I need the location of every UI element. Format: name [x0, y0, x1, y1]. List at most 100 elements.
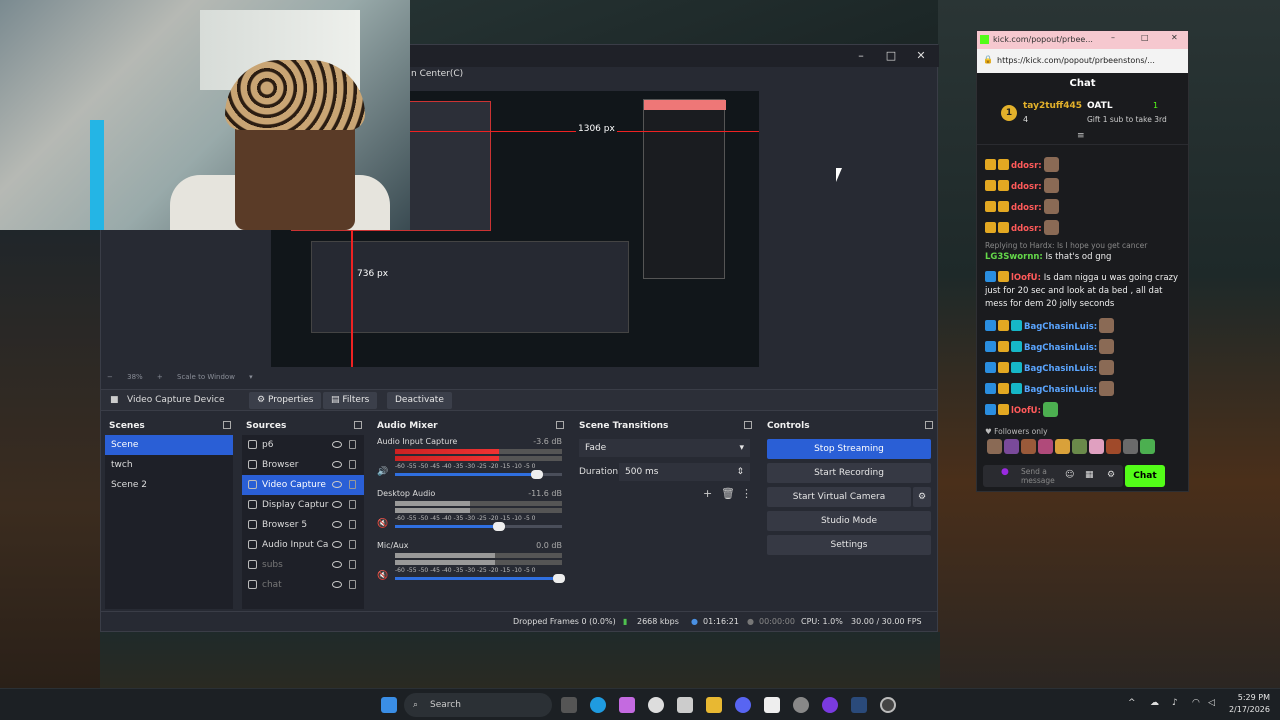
discord-icon[interactable]: [735, 697, 751, 713]
eye-icon[interactable]: [332, 501, 342, 508]
obs-icon[interactable]: [880, 697, 896, 713]
emote-icon[interactable]: [987, 439, 1002, 454]
task-view-icon[interactable]: [561, 697, 577, 713]
dock-popout-icon[interactable]: [354, 421, 362, 429]
minimize-button[interactable]: –: [1111, 33, 1115, 42]
lock-icon[interactable]: [349, 540, 356, 549]
trash-icon[interactable]: 🗑: [721, 487, 735, 500]
dock-popout-icon[interactable]: [556, 421, 564, 429]
chevron-down-icon[interactable]: ▾: [249, 373, 253, 381]
properties-button[interactable]: ⚙ Properties: [249, 392, 322, 409]
chevron-down-icon[interactable]: ≡: [1077, 131, 1085, 141]
source-item[interactable]: subs: [242, 555, 364, 575]
chat-username[interactable]: BagChasinLuis:: [1024, 364, 1097, 374]
zoom-plus-icon[interactable]: +: [157, 373, 163, 381]
source-item[interactable]: Browser: [242, 455, 364, 475]
eye-off-icon[interactable]: [332, 561, 342, 568]
chat-username[interactable]: BagChasinLuis:: [1024, 322, 1097, 332]
steam-icon[interactable]: [851, 697, 867, 713]
settings-button[interactable]: Settings: [767, 535, 931, 555]
emote-icon[interactable]: [1072, 439, 1087, 454]
chat-username[interactable]: lOofU:: [1011, 273, 1041, 283]
cloud-icon[interactable]: ☁: [1150, 698, 1159, 708]
wifi-icon[interactable]: ◠: [1192, 698, 1200, 708]
document-icon[interactable]: [764, 697, 780, 713]
chat-input[interactable]: ● Send a message ☺ ▦ ⚙: [983, 465, 1123, 487]
maximize-button[interactable]: □: [877, 48, 905, 64]
start-icon[interactable]: [381, 697, 397, 713]
scene-item[interactable]: Scene: [105, 435, 233, 455]
emote-icon[interactable]: [1004, 439, 1019, 454]
emote-icon[interactable]: [1123, 439, 1138, 454]
muted-speaker-icon[interactable]: 🔇: [377, 571, 388, 581]
chat-username[interactable]: LG3Swornn:: [985, 252, 1043, 262]
lock-icon[interactable]: [349, 500, 356, 509]
chat-username[interactable]: ddosr:: [1011, 203, 1042, 213]
chat-username[interactable]: ddosr:: [1011, 161, 1042, 171]
emote-icon[interactable]: [1140, 439, 1155, 454]
folder-icon[interactable]: [706, 697, 722, 713]
source-item[interactable]: Display Captur: [242, 495, 364, 515]
source-item[interactable]: Video Capture: [242, 475, 364, 495]
lock-icon[interactable]: [349, 520, 356, 529]
volume-slider[interactable]: [395, 574, 565, 583]
eye-off-icon[interactable]: [332, 581, 342, 588]
lock-icon[interactable]: [349, 480, 356, 489]
start-virtual-camera-button[interactable]: Start Virtual Camera: [767, 487, 911, 507]
volume-icon[interactable]: ◁: [1208, 698, 1215, 708]
start-recording-button[interactable]: Start Recording: [767, 463, 931, 483]
chat-username[interactable]: BagChasinLuis:: [1024, 385, 1097, 395]
chat-username[interactable]: lOofU:: [1011, 406, 1041, 416]
chat-username[interactable]: ddosr:: [1011, 224, 1042, 234]
volume-slider[interactable]: [395, 522, 562, 531]
volume-knob[interactable]: [492, 522, 505, 531]
lock-icon[interactable]: [349, 560, 356, 569]
zoom-mode[interactable]: Scale to Window: [177, 373, 235, 381]
store-icon[interactable]: [677, 697, 693, 713]
muted-speaker-icon[interactable]: 🔇: [377, 519, 388, 529]
emote-icon[interactable]: [1106, 439, 1121, 454]
menu-help-center[interactable]: n Center(C): [411, 69, 463, 79]
lock-icon[interactable]: [349, 580, 356, 589]
gear-icon[interactable]: ⚙: [913, 487, 931, 507]
emote-icon[interactable]: [1055, 439, 1070, 454]
emote-icon[interactable]: [1089, 439, 1104, 454]
kick-url-bar[interactable]: 🔒 https://kick.com/popout/prbeenstons/..…: [977, 49, 1188, 73]
stop-streaming-button[interactable]: Stop Streaming: [767, 439, 931, 459]
tips-icon[interactable]: [648, 697, 664, 713]
mic-icon[interactable]: ●: [1001, 467, 1009, 477]
dock-popout-icon[interactable]: [744, 421, 752, 429]
top-gifter-name[interactable]: tay2tuff445: [1023, 101, 1082, 111]
mic-icon[interactable]: ♪: [1172, 698, 1178, 708]
transition-select[interactable]: Fade ▾: [579, 439, 750, 457]
gift-prompt[interactable]: Gift 1 sub to take 3rd: [1087, 115, 1183, 124]
gear-icon[interactable]: ⚙: [1107, 470, 1115, 480]
scene-item[interactable]: twch: [105, 455, 233, 475]
emote-icon[interactable]: [1021, 439, 1036, 454]
source-item[interactable]: p6: [242, 435, 364, 455]
chat-username[interactable]: BagChasinLuis:: [1024, 343, 1097, 353]
eye-icon[interactable]: [332, 441, 342, 448]
filters-button[interactable]: ▤ Filters: [323, 392, 378, 409]
spinner-icon[interactable]: ⇕: [736, 463, 744, 481]
source-item[interactable]: Audio Input Ca: [242, 535, 364, 555]
scene-item[interactable]: Scene 2: [105, 475, 233, 495]
maximize-button[interactable]: □: [1141, 33, 1149, 42]
lock-icon[interactable]: [349, 440, 356, 449]
eye-icon[interactable]: [332, 481, 342, 488]
close-button[interactable]: ✕: [1171, 33, 1178, 42]
gift-icon[interactable]: ▦: [1085, 470, 1094, 480]
taskbar-search[interactable]: ⌕ Search: [404, 693, 552, 717]
studio-mode-button[interactable]: Studio Mode: [767, 511, 931, 531]
dock-popout-icon[interactable]: [223, 421, 231, 429]
volume-knob[interactable]: [552, 574, 565, 583]
duration-input[interactable]: 500 ms ⇕: [619, 463, 750, 481]
gifter-name[interactable]: OATL: [1087, 101, 1113, 111]
chat-send-button[interactable]: Chat: [1125, 465, 1165, 487]
volume-knob[interactable]: [530, 470, 543, 479]
chat-username[interactable]: ddosr:: [1011, 182, 1042, 192]
eye-icon[interactable]: [332, 521, 342, 528]
minimize-button[interactable]: –: [847, 48, 875, 64]
speaker-icon[interactable]: 🔊: [377, 467, 388, 477]
lock-icon[interactable]: [349, 460, 356, 469]
